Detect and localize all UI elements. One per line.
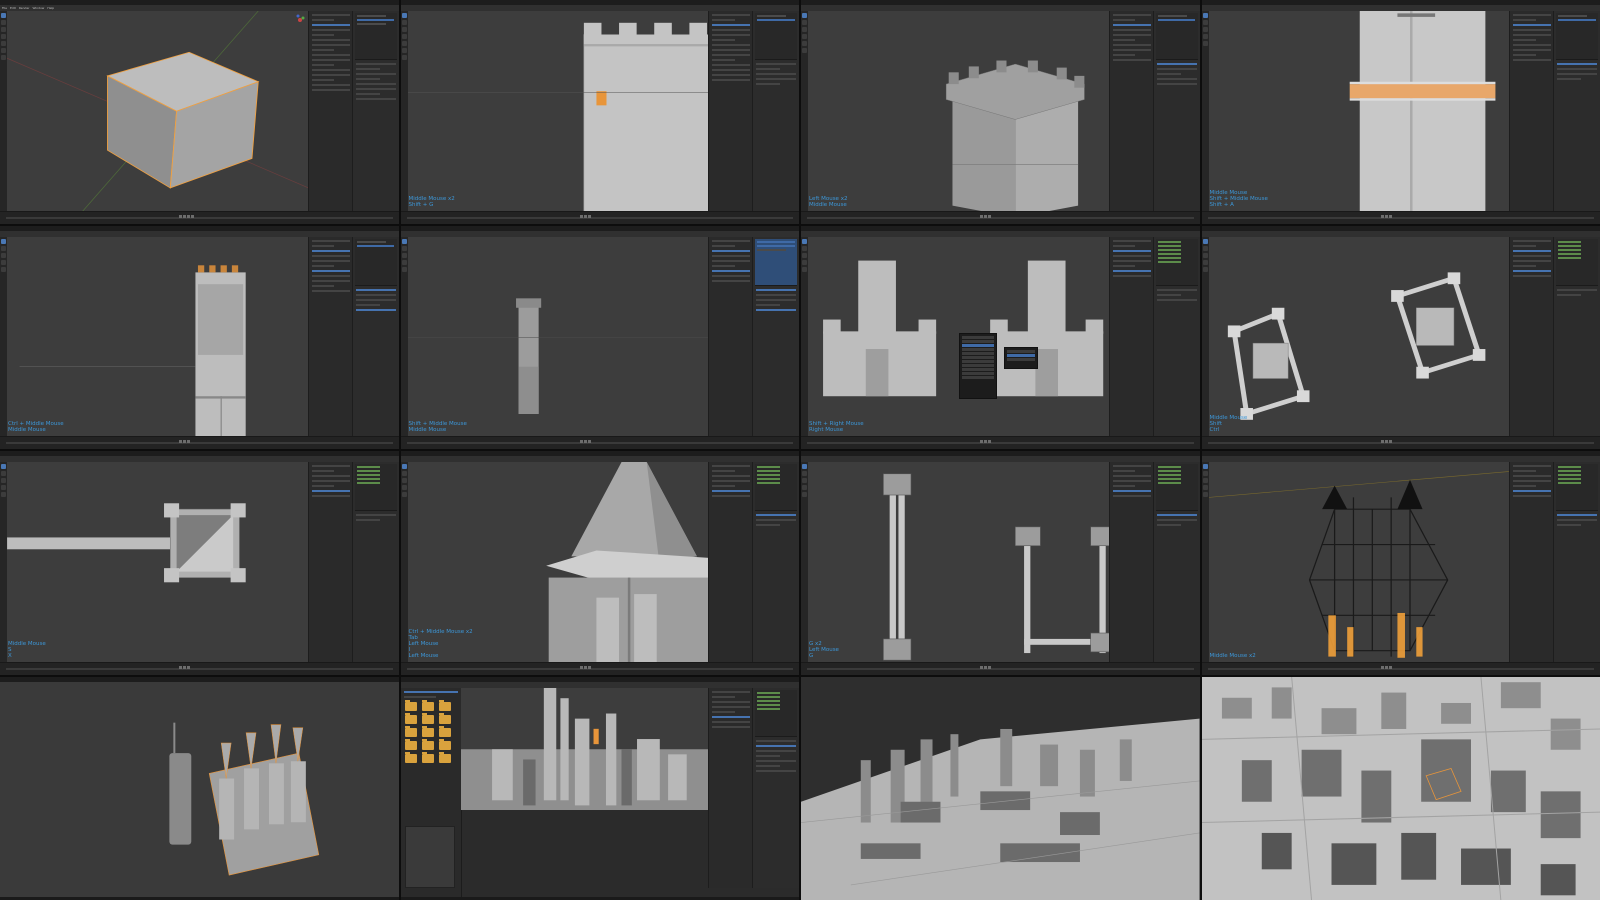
properties-editor	[351, 11, 399, 212]
play-icon[interactable]	[179, 214, 183, 218]
scene-castle-render	[169, 722, 320, 875]
sidebar-tool	[307, 11, 353, 212]
folder-icon[interactable]	[404, 712, 417, 724]
scene-tower-slice	[1349, 11, 1495, 212]
scene-city-aerial	[801, 718, 1200, 900]
folder-icon[interactable]	[421, 712, 434, 724]
navigation-gizmo-icon[interactable]	[294, 14, 306, 26]
folder-icon[interactable]	[404, 699, 417, 711]
panel-3: Left Mouse x2 Middle Mouse	[801, 0, 1200, 224]
3d-viewport[interactable]	[7, 462, 309, 663]
scene-top-wall	[7, 503, 246, 583]
select-tool-icon[interactable]	[1, 13, 6, 18]
key-hint: Shift + Middle Mouse Middle Mouse	[408, 421, 467, 433]
tool-shelf	[400, 11, 408, 212]
move-tool-icon[interactable]	[1, 20, 6, 25]
folder-icon[interactable]	[404, 738, 417, 750]
rotate-tool-icon[interactable]	[1, 27, 6, 32]
3d-viewport[interactable]	[0, 682, 399, 900]
panel-13	[0, 676, 399, 900]
folder-icon[interactable]	[438, 725, 451, 737]
panel-8: Middle Mouse Shift Ctrl	[1201, 225, 1600, 449]
panel-2: Middle Mouse x2 Shift + G	[400, 0, 799, 224]
folder-icon[interactable]	[438, 738, 451, 750]
key-hint: G x2 Left Mouse G	[809, 640, 839, 659]
panel-4: Middle Mouse Shift + Middle Mouse Shift …	[1201, 0, 1600, 224]
panel-14	[400, 676, 799, 900]
3d-viewport[interactable]	[1201, 676, 1600, 900]
key-hint: Ctrl + Middle Mouse x2 Tab Left Mouse I …	[408, 628, 473, 659]
key-hint: Middle Mouse Shift Ctrl	[1209, 415, 1248, 433]
folder-icon[interactable]	[404, 751, 417, 763]
key-hint: Middle Mouse Shift + Middle Mouse Shift …	[1209, 189, 1268, 208]
outliner[interactable]	[354, 13, 397, 60]
panel-1: File Edit Render Window Help	[0, 0, 399, 224]
panel-10: Ctrl + Middle Mouse x2 Tab Left Mouse I …	[400, 451, 799, 675]
3d-viewport[interactable]	[7, 11, 309, 212]
scene-city-top	[1201, 676, 1600, 900]
3d-viewport[interactable]	[808, 462, 1110, 663]
scene-tower-iso	[945, 60, 1085, 212]
scene-bridges	[1227, 271, 1485, 420]
panel-9: Middle Mouse S X	[0, 451, 399, 675]
scene-distant-tower	[407, 297, 709, 414]
panel-7: Shift + Right Mouse Right Mouse	[801, 225, 1200, 449]
key-hint: Middle Mouse S X	[8, 640, 46, 659]
folder-icon[interactable]	[404, 725, 417, 737]
folder-icon[interactable]	[421, 725, 434, 737]
3d-viewport[interactable]	[1208, 236, 1510, 437]
scene-wall-plan	[883, 473, 1110, 661]
submenu[interactable]	[1003, 346, 1038, 369]
key-hint: Shift + Right Mouse Right Mouse	[809, 421, 864, 433]
key-hint: Ctrl + Middle Mouse Middle Mouse	[8, 421, 64, 433]
folder-icon[interactable]	[421, 699, 434, 711]
panel-12: Middle Mouse x2	[1201, 451, 1600, 675]
3d-viewport[interactable]	[7, 236, 309, 437]
context-menu[interactable]	[958, 332, 997, 399]
scene-tower-front	[407, 22, 709, 212]
annotate-tool-icon[interactable]	[1, 48, 6, 53]
key-hint: Left Mouse x2 Middle Mouse	[809, 195, 848, 208]
scene-wireframe-castle	[1208, 471, 1510, 658]
3d-viewport[interactable]	[407, 11, 709, 212]
scene-cube	[7, 11, 309, 212]
3d-viewport[interactable]	[808, 11, 1110, 212]
key-hint: Middle Mouse x2 Shift + G	[408, 195, 455, 208]
folder-icon[interactable]	[438, 712, 451, 724]
asset-browser[interactable]	[400, 687, 462, 900]
3d-viewport[interactable]	[801, 677, 1200, 900]
folder-icon[interactable]	[421, 751, 434, 763]
panel-6: Shift + Middle Mouse Middle Mouse	[400, 225, 799, 449]
scale-tool-icon[interactable]	[1, 34, 6, 39]
panel-16	[1201, 676, 1600, 900]
asset-preview	[404, 825, 455, 888]
3d-viewport[interactable]	[808, 236, 1110, 437]
folder-icon[interactable]	[438, 751, 451, 763]
folder-icon[interactable]	[421, 738, 434, 750]
3d-viewport[interactable]	[407, 236, 709, 437]
measure-tool-icon[interactable]	[1, 55, 6, 60]
3d-viewport[interactable]	[1208, 11, 1510, 212]
tool-shelf	[0, 11, 7, 212]
panel-15	[801, 676, 1200, 900]
3d-viewport[interactable]	[1208, 462, 1510, 663]
panel-5: Ctrl + Middle Mouse Middle Mouse	[0, 225, 399, 449]
key-hint: Middle Mouse x2	[1209, 652, 1256, 659]
panel-11: G x2 Left Mouse G	[801, 451, 1200, 675]
transform-tool-icon[interactable]	[1, 41, 6, 46]
timeline[interactable]	[0, 210, 399, 224]
folder-icon[interactable]	[438, 699, 451, 711]
tutorial-contact-sheet: File Edit Render Window Help Middle Mous…	[0, 0, 1600, 900]
3d-viewport[interactable]	[460, 687, 709, 810]
scene-tall-tower	[19, 264, 246, 437]
scene-city-closeup	[460, 687, 709, 810]
